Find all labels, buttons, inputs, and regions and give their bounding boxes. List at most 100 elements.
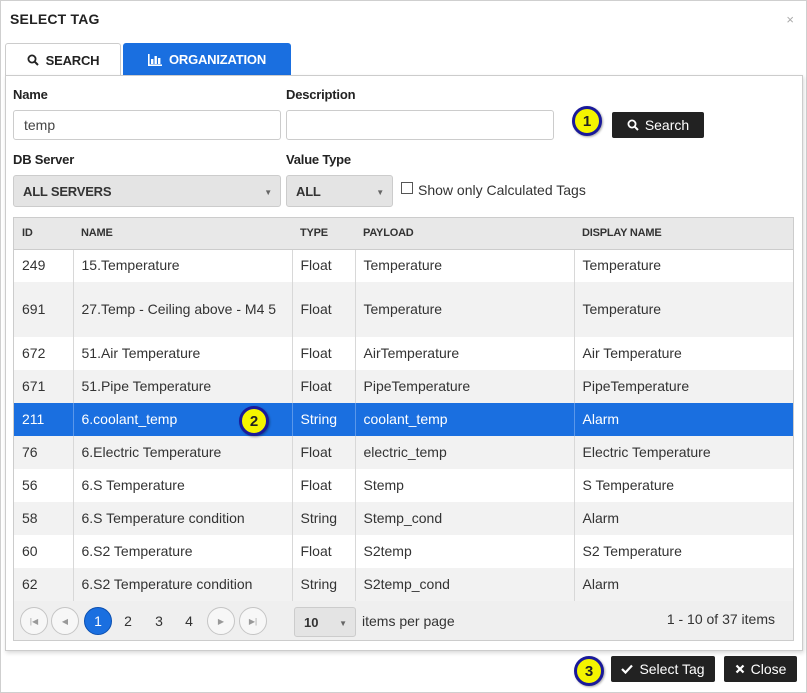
select-tag-button[interactable]: Select Tag <box>611 656 715 682</box>
db-server-label: DB Server <box>13 152 75 167</box>
value-type-select[interactable]: ALL ▼ <box>286 175 393 207</box>
db-server-select[interactable]: ALL SERVERS ▼ <box>13 175 281 207</box>
table-row[interactable]: 672 51.Air Temperature Float AirTemperature… <box>14 337 793 370</box>
cell-id: 211 <box>14 403 73 436</box>
cell-name: 6.S2 Temperature <box>72 535 292 568</box>
page-size-select[interactable]: 10 ▼ <box>294 607 356 637</box>
cell-display-name: Electric Temperature <box>573 436 793 469</box>
callout-3: 3 <box>574 656 604 686</box>
items-per-page-label: items per page <box>362 613 455 629</box>
cell-type: Float <box>291 436 355 469</box>
table-row[interactable]: 249 15.Temperature Float Temperature Tempera… <box>14 249 793 282</box>
table-row[interactable]: 211 6.coolant_temp String coolant_temp Alarm <box>14 403 793 436</box>
table-row[interactable]: 60 6.S2 Temperature Float S2temp S2 Temperat… <box>14 535 793 568</box>
pager-summary: 1 - 10 of 37 items <box>666 611 775 627</box>
tab-organization[interactable]: ORGANIZATION <box>123 43 291 76</box>
x-icon <box>735 664 744 674</box>
next-page-button[interactable]: ▶ <box>207 607 235 635</box>
chevron-down-icon: ▼ <box>264 188 272 197</box>
tags-grid: ID NAME TYPE PAYLOAD DISPLAY NAME 249 15.… <box>13 217 794 602</box>
table-row[interactable]: 58 6.S Temperature condition String Stemp_c… <box>14 502 793 535</box>
grid-body: 249 15.Temperature Float Temperature Tempera… <box>14 249 793 601</box>
cell-payload: S2temp <box>354 535 574 568</box>
calculated-tags-checkbox[interactable] <box>401 182 413 194</box>
cell-name: 6.S Temperature condition <box>72 502 292 535</box>
cell-payload: Temperature <box>354 282 574 337</box>
close-button[interactable]: Close <box>724 656 797 682</box>
cell-id: 58 <box>14 502 73 535</box>
cell-type: Float <box>291 469 355 502</box>
cell-display-name: Alarm <box>573 403 793 436</box>
cell-display-name: Alarm <box>573 502 793 535</box>
cell-display-name: S2 Temperature <box>573 535 793 568</box>
column-header-name[interactable]: NAME <box>73 218 292 250</box>
cell-display-name: Temperature <box>573 282 793 337</box>
cell-type: Float <box>291 370 355 403</box>
cell-type: Float <box>291 337 355 370</box>
table-row[interactable]: 62 6.S2 Temperature condition String S2temp… <box>14 568 793 601</box>
cell-id: 672 <box>22 345 46 361</box>
name-input[interactable]: temp <box>13 110 281 140</box>
close-button-label: Close <box>750 661 787 677</box>
column-header-id[interactable]: ID <box>14 218 73 250</box>
select-tag-dialog: SELECT TAG × SEARCH ORGANIZATION Name te… <box>0 0 807 693</box>
page-3[interactable]: 3 <box>145 607 173 635</box>
cell-id: 76 <box>14 436 73 469</box>
bar-chart-icon <box>147 53 162 66</box>
page-4[interactable]: 4 <box>175 607 203 635</box>
cell-name: 6.S2 Temperature condition <box>72 568 292 601</box>
search-icon <box>627 119 639 131</box>
cell-type: Float <box>291 535 355 568</box>
chevron-left-icon: ◀ <box>61 616 69 626</box>
search-icon <box>27 54 39 66</box>
description-input[interactable] <box>286 110 554 140</box>
table-row[interactable]: 56 6.S Temperature Float Stemp S Temperature <box>14 469 793 502</box>
last-page-button[interactable]: ▶| <box>239 607 267 635</box>
cell-payload: PipeTemperature <box>354 370 574 403</box>
dialog-title: SELECT TAG <box>10 11 100 27</box>
page-1[interactable]: 1 <box>84 607 112 635</box>
tab-search-label: SEARCH <box>45 52 100 68</box>
cell-id: 62 <box>14 568 73 601</box>
tab-organization-label: ORGANIZATION <box>168 52 267 67</box>
cell-payload: Stemp <box>354 469 574 502</box>
search-button[interactable]: Search <box>612 112 704 138</box>
column-header-display-name[interactable]: DISPLAY NAME <box>574 218 793 250</box>
chevron-down-icon: ▼ <box>376 188 384 197</box>
first-page-button[interactable]: |◀ <box>20 607 48 635</box>
select-tag-label: Select Tag <box>639 661 705 677</box>
cell-id: 56 <box>22 477 38 493</box>
cell-type: Float <box>291 282 355 337</box>
cell-name: 51.Air Temperature <box>72 337 292 370</box>
calculated-tags-label: Show only Calculated Tags <box>418 182 586 198</box>
column-header-type[interactable]: TYPE <box>292 218 355 250</box>
cell-type: String <box>291 403 355 436</box>
value-type-value: ALL <box>296 183 321 199</box>
callout-2: 2 <box>239 406 269 436</box>
cell-display-name: S Temperature <box>573 469 793 502</box>
cell-display-name: PipeTemperature <box>573 370 793 403</box>
page-2[interactable]: 2 <box>114 607 142 635</box>
cell-name: 6.Electric Temperature <box>72 436 292 469</box>
cell-id: 60 <box>22 543 38 559</box>
prev-page-button[interactable]: ◀ <box>51 607 79 635</box>
first-page-icon: |◀ <box>29 616 39 626</box>
close-icon[interactable]: × <box>786 12 794 27</box>
cell-payload: Temperature <box>354 249 574 282</box>
cell-id: 249 <box>22 257 46 274</box>
table-row[interactable]: 691 27.Temp - Ceiling above - M4 5 Float Te… <box>14 282 793 337</box>
cell-id: 671 <box>14 370 73 403</box>
page-size-value: 10 <box>304 614 319 630</box>
search-button-label: Search <box>644 117 690 133</box>
cell-payload: AirTemperature <box>354 337 574 370</box>
cell-id: 691 <box>14 282 73 337</box>
cell-type: String <box>291 502 355 535</box>
column-header-payload[interactable]: PAYLOAD <box>355 218 574 250</box>
table-row[interactable]: 76 6.Electric Temperature Float electric_te… <box>14 436 793 469</box>
cell-name: 15.Temperature <box>72 249 292 282</box>
description-label: Description <box>286 87 356 102</box>
tab-search[interactable]: SEARCH <box>5 43 121 76</box>
cell-display-name: Alarm <box>573 568 793 601</box>
table-row[interactable]: 671 51.Pipe Temperature Float PipeTemperatu… <box>14 370 793 403</box>
cell-name: 51.Pipe Temperature <box>72 370 292 403</box>
